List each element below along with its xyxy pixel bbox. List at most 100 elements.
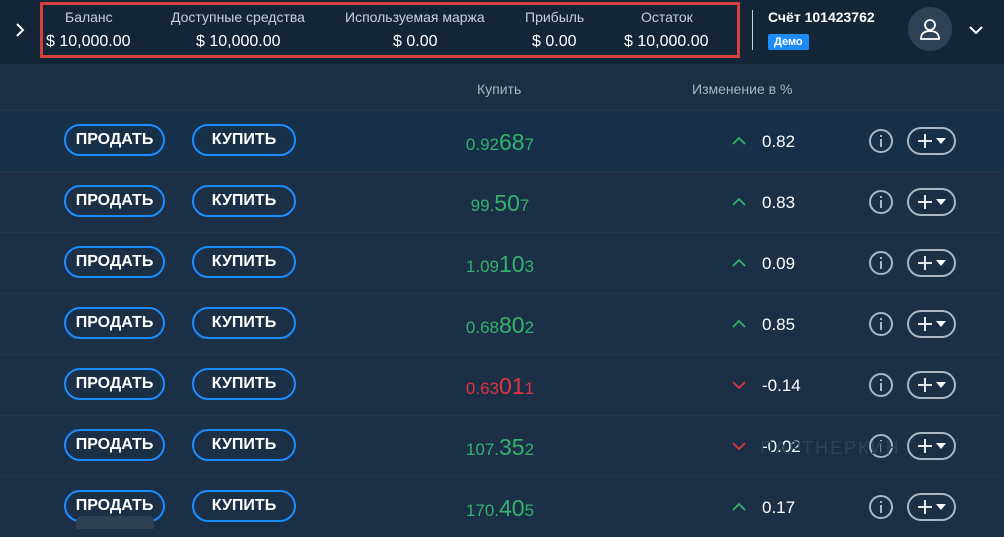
sell-button[interactable]: ПРОДАТЬ	[64, 368, 165, 400]
info-icon	[880, 135, 882, 147]
info-icon	[880, 501, 882, 513]
plus-icon	[918, 317, 932, 331]
buy-button[interactable]: КУПИТЬ	[192, 368, 296, 400]
caret-down-icon	[936, 443, 946, 449]
add-to-watchlist-button[interactable]	[907, 188, 956, 216]
buy-button[interactable]: КУПИТЬ	[192, 124, 296, 156]
chevron-right-icon	[16, 23, 25, 37]
add-to-watchlist-button[interactable]	[907, 432, 956, 460]
arrow-down-icon	[732, 442, 746, 451]
buy-button[interactable]: КУПИТЬ	[192, 246, 296, 278]
change-percent: 0.17	[762, 498, 796, 517]
price-pips: 35	[499, 434, 525, 460]
buy-button[interactable]: КУПИТЬ	[192, 429, 296, 461]
plus-icon	[918, 134, 932, 148]
instrument-list: ПРОДАТЬ КУПИТЬ 0.92687 0.82 ПРОДАТЬ КУПИТЬ 99.…	[0, 110, 1004, 537]
price-fraction: 2	[524, 318, 535, 337]
change-percent: -0.14	[762, 376, 801, 395]
sell-button[interactable]: ПРОДАТЬ	[64, 307, 165, 339]
price-prefix: 0.63	[465, 379, 500, 398]
add-to-watchlist-button[interactable]	[907, 249, 956, 277]
info-button[interactable]	[869, 251, 893, 275]
plus-icon	[918, 256, 932, 270]
price-pips: 50	[494, 190, 520, 216]
price-fraction: 2	[524, 440, 535, 459]
price-prefix: 107.	[465, 440, 500, 459]
buy-button[interactable]: КУПИТЬ	[192, 490, 296, 522]
buy-button[interactable]: КУПИТЬ	[192, 307, 296, 339]
plus-icon	[918, 195, 932, 209]
arrow-up-icon	[732, 136, 746, 145]
column-header: Купить Изменение в %	[0, 64, 1004, 110]
table-row: ПРОДАТЬ КУПИТЬ 0.63011 -0.14	[0, 354, 1004, 415]
sell-button[interactable]: ПРОДАТЬ	[64, 429, 165, 461]
info-button[interactable]	[869, 373, 893, 397]
caret-down-icon	[936, 138, 946, 144]
profit-label: Прибыль	[525, 9, 585, 25]
price-fraction: 5	[524, 501, 535, 520]
change-percent: 0.85	[762, 315, 796, 334]
available-funds-label: Доступные средства	[171, 9, 305, 25]
arrow-up-icon	[732, 197, 746, 206]
add-to-watchlist-button[interactable]	[907, 310, 956, 338]
used-margin-stat: Используемая маржа $ 0.00	[345, 5, 495, 61]
account-summary: Баланс $ 10,000.00 Доступные средства $ …	[40, 2, 740, 58]
caret-down-icon	[936, 382, 946, 388]
arrow-up-icon	[732, 502, 746, 511]
arrow-down-icon	[732, 381, 746, 390]
sell-button[interactable]: ПРОДАТЬ	[64, 185, 165, 217]
table-row: ПРОДАТЬ КУПИТЬ 99.507 0.83	[0, 171, 1004, 232]
table-row: ПРОДАТЬ КУПИТЬ 0.68802 0.85	[0, 293, 1004, 354]
change-percent: 0.83	[762, 193, 796, 212]
user-avatar[interactable]	[908, 7, 952, 51]
buy-price: 1.09103	[430, 251, 570, 278]
price-pips: 80	[499, 312, 525, 338]
info-button[interactable]	[869, 312, 893, 336]
info-button[interactable]	[869, 190, 893, 214]
available-funds-stat: Доступные средства $ 10,000.00	[171, 5, 321, 61]
add-to-watchlist-button[interactable]	[907, 371, 956, 399]
account-menu-toggle[interactable]	[966, 20, 986, 40]
price-prefix: 1.09	[465, 257, 500, 276]
add-to-watchlist-button[interactable]	[907, 493, 956, 521]
watermark: ПАРТНЕРКИН	[760, 438, 901, 458]
arrow-up-icon	[732, 319, 746, 328]
balance-label: Баланс	[65, 9, 113, 25]
table-row: ПРОДАТЬ КУПИТЬ 1.09103 0.09	[0, 232, 1004, 293]
buy-price: 170.405	[430, 495, 570, 522]
sell-button[interactable]: ПРОДАТЬ	[64, 124, 165, 156]
plus-icon	[918, 378, 932, 392]
info-button[interactable]	[869, 495, 893, 519]
table-row: ПРОДАТЬ КУПИТЬ 0.92687 0.82	[0, 110, 1004, 171]
price-prefix: 170.	[465, 501, 500, 520]
caret-down-icon	[936, 321, 946, 327]
bottom-drawer-handle[interactable]	[76, 516, 154, 529]
info-icon	[880, 196, 882, 208]
header-divider	[752, 10, 753, 50]
info-icon	[880, 318, 882, 330]
caret-down-icon	[936, 260, 946, 266]
expand-sidebar-button[interactable]	[8, 18, 32, 42]
balance-value: $ 10,000.00	[46, 33, 131, 50]
change-column-header: Изменение в %	[692, 81, 793, 97]
price-prefix: 0.68	[465, 318, 500, 337]
add-to-watchlist-button[interactable]	[907, 127, 956, 155]
info-button[interactable]	[869, 129, 893, 153]
remainder-value: $ 10,000.00	[624, 33, 709, 50]
arrow-up-icon	[732, 258, 746, 267]
caret-down-icon	[936, 504, 946, 510]
used-margin-value: $ 0.00	[393, 33, 438, 50]
sell-button[interactable]: ПРОДАТЬ	[64, 246, 165, 278]
price-pips: 10	[499, 251, 525, 277]
price-fraction: 7	[519, 196, 530, 215]
price-pips: 40	[499, 495, 525, 521]
caret-down-icon	[936, 199, 946, 205]
buy-column-header: Купить	[477, 81, 522, 97]
buy-button[interactable]: КУПИТЬ	[192, 185, 296, 217]
buy-price: 0.68802	[430, 312, 570, 339]
price-fraction: 1	[524, 379, 535, 398]
remainder-label: Остаток	[641, 9, 693, 25]
plus-icon	[918, 500, 932, 514]
used-margin-label: Используемая маржа	[345, 9, 485, 25]
profit-value: $ 0.00	[532, 33, 577, 50]
